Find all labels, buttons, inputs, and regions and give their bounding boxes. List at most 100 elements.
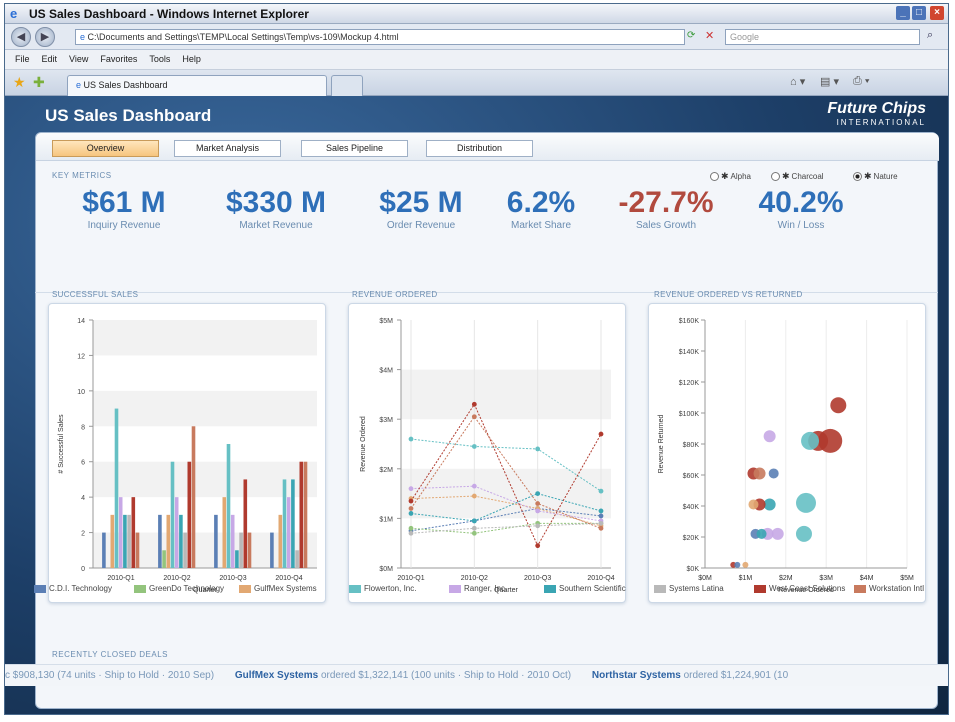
scatter-point (756, 528, 767, 539)
tab-distribution[interactable]: Distribution (426, 140, 533, 157)
kpi-sales-growth: -27.7% Sales Growth (601, 186, 731, 232)
legend-label: Systems Latina (669, 584, 724, 593)
minimize-button[interactable]: _ (896, 6, 910, 20)
deal-item[interactable]: Northstar Systems ordered $1,224,901 (10 (592, 670, 788, 681)
legend-swatch (239, 584, 251, 593)
radio-dot (771, 172, 780, 182)
legend-item[interactable]: Flowerton, Inc. (349, 584, 416, 593)
legend-label: GulfMex Systems (254, 584, 317, 593)
theme-charcoal-radio[interactable]: ✱ Charcoal (771, 171, 824, 182)
kpi-label: Market Share (510, 220, 572, 231)
menu-help[interactable]: Help (182, 54, 201, 64)
line-point (535, 523, 541, 529)
bar (270, 532, 274, 568)
tab-market-analysis[interactable]: Market Analysis (174, 140, 281, 157)
menu-favorites[interactable]: Favorites (100, 54, 137, 64)
browser-tab-bar: ★ ✚ e US Sales Dashboard ⌂ ▾ ▤ ▾ ⎙ ▾ (5, 70, 948, 96)
search-input[interactable]: Google (725, 29, 920, 45)
scatter-point (771, 527, 784, 540)
legend-item[interactable]: Southern Scientific (544, 584, 626, 593)
line-point (471, 493, 477, 499)
browser-tab-active[interactable]: e US Sales Dashboard (67, 75, 327, 96)
y-tick-label: $0M (379, 566, 393, 573)
revenue-ordered-chart: $0M $1M $2M $3M $4M $5M 2010-Q1 2010-Q2 2010-Q3 2… (348, 303, 626, 603)
bar (127, 514, 131, 568)
legend-item[interactable]: West Coast Solutions (754, 584, 845, 593)
radio-dot-selected (853, 172, 862, 182)
legend-swatch (544, 584, 556, 593)
menu-tools[interactable]: Tools (149, 54, 170, 64)
theme-nature-radio[interactable]: ✱ Nature (853, 171, 898, 182)
theme-alpha-radio[interactable]: ✱ Alpha (710, 171, 751, 182)
legend-swatch (134, 584, 146, 593)
y-tick-label: $0K (687, 566, 700, 573)
successful-sales-chart: 0 2 4 6 8 10 12 14 2010-Q1 2010-Q2 2010-Q3 2010-Q4 Q… (48, 303, 326, 603)
menu-file[interactable]: File (15, 54, 30, 64)
home-icon[interactable]: ⌂ ▾ (790, 75, 805, 88)
y-tick-label: 0 (81, 566, 85, 573)
legend-item[interactable]: GreenDo Technology (134, 584, 224, 593)
back-button[interactable]: ◀ (11, 27, 31, 47)
x-tick-label: $5M (900, 575, 914, 582)
legend-swatch (754, 584, 766, 593)
deal-item[interactable]: c $908,130 (74 units · Ship to Hold · 20… (5, 670, 214, 681)
scatter-point (801, 431, 820, 450)
legend-item[interactable]: GulfMex Systems (239, 584, 317, 593)
refresh-icon[interactable]: ⟳ (687, 30, 695, 41)
close-button[interactable]: × (930, 6, 944, 20)
deal-item[interactable]: GulfMex Systems ordered $1,322,141 (100 … (235, 670, 571, 681)
revenue-vs-returned-title: REVENUE ORDERED VS RETURNED (654, 290, 803, 299)
maximize-button[interactable]: □ (912, 6, 926, 20)
line-point (471, 518, 477, 524)
legend-item[interactable]: Workstation Intl (854, 584, 924, 593)
bar (162, 550, 166, 568)
scatter-point (753, 467, 766, 480)
legend-swatch (449, 584, 461, 593)
legend-item[interactable]: C.D.I. Technology (34, 584, 112, 593)
kpi-label: Order Revenue (386, 220, 456, 231)
bar (239, 532, 243, 568)
legend-label: Flowerton, Inc. (364, 584, 417, 593)
kpi-value: 6.2% (506, 186, 576, 219)
scatter-point (742, 561, 749, 568)
bar (191, 426, 196, 568)
line-point (598, 488, 604, 494)
bar (187, 461, 192, 568)
legend-label: C.D.I. Technology (49, 584, 112, 593)
menu-view[interactable]: View (69, 54, 88, 64)
feeds-icon[interactable]: ▤ ▾ (820, 75, 839, 88)
tab-sales-pipeline[interactable]: Sales Pipeline (301, 140, 408, 157)
stop-icon[interactable]: ✕ (705, 29, 714, 42)
line-point (598, 520, 604, 526)
y-tick-label: $60K (683, 473, 700, 480)
search-icon[interactable]: ⌕ (927, 29, 933, 42)
legend-item[interactable]: Ranger, Inc. (449, 584, 507, 593)
forward-button[interactable]: ▶ (35, 27, 55, 47)
line-point (471, 401, 477, 407)
revenue-ordered-title: REVENUE ORDERED (352, 290, 438, 299)
line-point (598, 508, 604, 514)
x-tick-label: 2010-Q1 (107, 575, 134, 582)
favorites-star-icon[interactable]: ★ (13, 74, 26, 91)
add-favorite-icon[interactable]: ✚ (33, 74, 45, 91)
kpi-value: -27.7% (618, 186, 714, 219)
company-logo: Future Chips INTERNATIONAL (827, 100, 926, 128)
y-tick-label: 2 (81, 531, 85, 538)
y-tick-label: 10 (77, 389, 85, 396)
line-point (598, 431, 604, 437)
tab-overview[interactable]: Overview (52, 140, 159, 157)
line-point (471, 525, 477, 531)
url-field[interactable]: e C:\Documents and Settings\TEMP\Local S… (75, 29, 685, 45)
y-tick-label: $140K (679, 349, 700, 356)
window-title: US Sales Dashboard - Windows Internet Ex… (29, 7, 309, 21)
y-axis-label: # Successful Sales (58, 414, 65, 474)
menu-edit[interactable]: Edit (42, 54, 58, 64)
print-icon[interactable]: ⎙ ▾ (853, 75, 869, 88)
x-tick-label: 2010-Q2 (461, 575, 488, 582)
line-point (535, 446, 541, 452)
kpi-order-revenue: $25 M Order Revenue (356, 187, 486, 232)
legend-item[interactable]: Systems Latina (654, 584, 724, 593)
grid-band (401, 468, 611, 519)
new-tab-button[interactable] (331, 75, 363, 96)
line-point (471, 530, 477, 536)
